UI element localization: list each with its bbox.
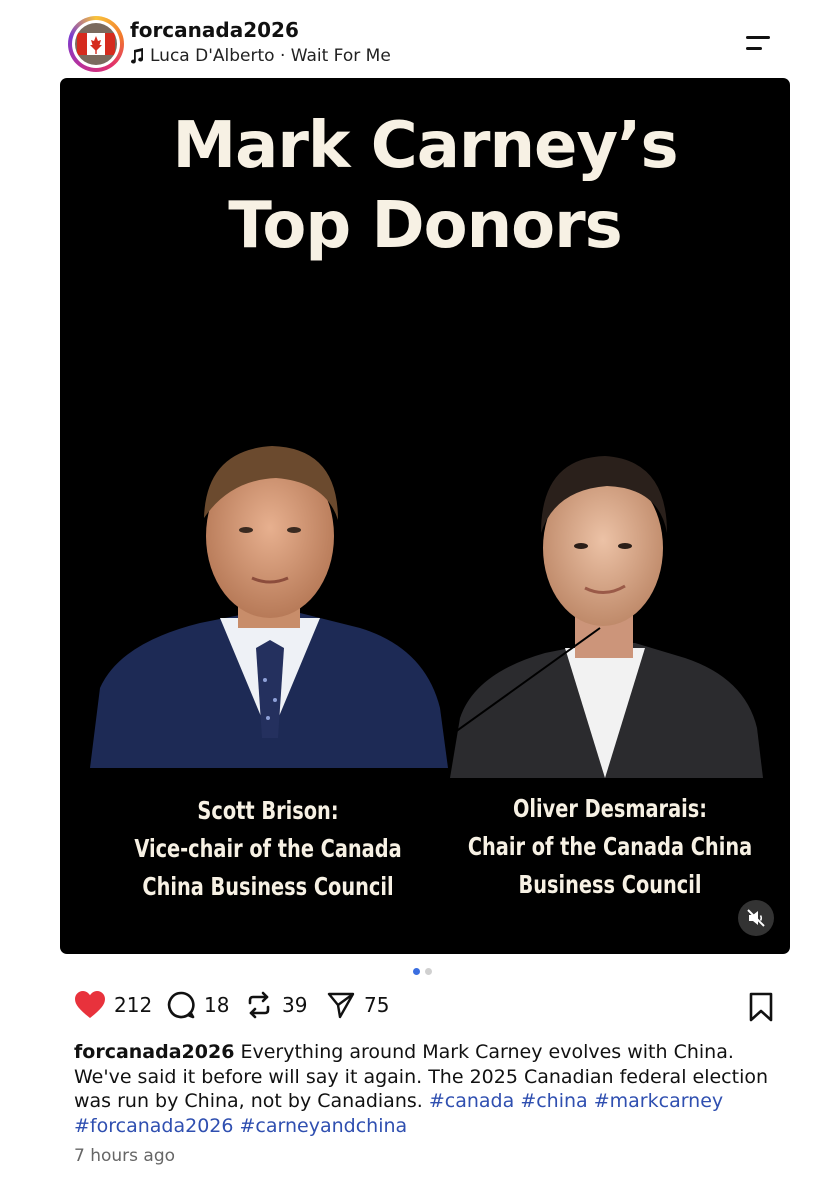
post-username[interactable]: forcanada2026 <box>130 18 299 42</box>
left-caption-line1: Scott Brison: <box>197 796 339 825</box>
post-caption: forcanada2026 Everything around Mark Car… <box>74 1040 774 1138</box>
hashtag[interactable]: #forcanada2026 <box>74 1115 233 1137</box>
right-caption-line1: Oliver Desmarais: <box>512 794 708 823</box>
hashtag[interactable]: #carneyandchina <box>240 1115 408 1137</box>
post-header: forcanada2026 Luca D'Alberto · Wait For … <box>0 0 834 78</box>
carousel-dot <box>425 968 432 975</box>
bookmark-icon[interactable] <box>748 992 774 1026</box>
left-caption-line2: Vice-chair of the Canada <box>134 834 402 863</box>
caption-username[interactable]: forcanada2026 <box>74 1041 234 1063</box>
post-media[interactable]: Mark Carney’s Top Donors Scott Brison: V… <box>60 78 790 954</box>
repost-button[interactable]: 39 <box>244 990 307 1020</box>
heart-icon <box>75 991 105 1018</box>
action-bar: 212 18 39 75 <box>74 990 774 1026</box>
comment-icon <box>167 991 195 1019</box>
repost-icon <box>248 991 270 1019</box>
send-icon <box>327 992 355 1019</box>
right-person-caption: Oliver Desmarais: Chair of the Canada Ch… <box>442 790 777 904</box>
profile-avatar[interactable] <box>68 16 124 72</box>
media-title-line2: Top Donors <box>228 189 623 263</box>
oliver-desmarais-photo <box>445 456 763 778</box>
comment-button[interactable]: 18 <box>166 990 229 1020</box>
music-label: Luca D'Alberto · Wait For Me <box>150 46 391 66</box>
scott-brison-photo <box>90 446 448 768</box>
music-note-icon <box>130 48 144 64</box>
left-caption-line3: China Business Council <box>142 872 394 901</box>
hashtag[interactable]: #markcarney <box>594 1090 723 1112</box>
repost-count: 39 <box>282 993 308 1017</box>
media-title-line1: Mark Carney’s <box>172 109 678 183</box>
post-timestamp: 7 hours ago <box>74 1146 176 1166</box>
carousel-indicator <box>413 968 432 975</box>
share-count: 75 <box>364 993 390 1017</box>
carousel-dot-active <box>413 968 420 975</box>
hashtag[interactable]: #canada <box>429 1090 514 1112</box>
like-button[interactable]: 212 <box>74 990 152 1020</box>
canada-flag-avatar-icon <box>75 23 117 65</box>
menu-icon[interactable] <box>742 30 774 56</box>
hashtag[interactable]: #china <box>520 1090 587 1112</box>
left-person-caption: Scott Brison: Vice-chair of the Canada C… <box>105 792 432 906</box>
right-caption-line2: Chair of the Canada China <box>467 832 753 861</box>
like-count: 212 <box>114 993 153 1017</box>
muted-speaker-icon[interactable] <box>738 900 774 936</box>
music-info[interactable]: Luca D'Alberto · Wait For Me <box>130 46 391 66</box>
right-caption-line3: Business Council <box>518 870 702 899</box>
share-button[interactable]: 75 <box>326 990 389 1020</box>
comment-count: 18 <box>204 993 230 1017</box>
media-title: Mark Carney’s Top Donors <box>60 106 790 266</box>
